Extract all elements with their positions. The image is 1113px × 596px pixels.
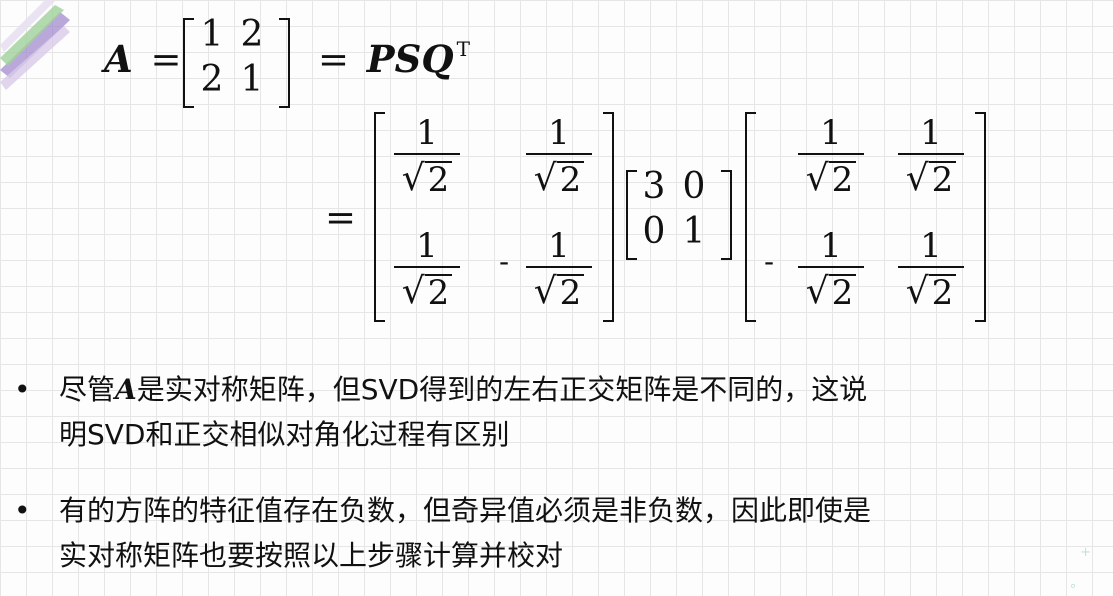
qt-r1c1: 1 √ 2 (796, 115, 866, 197)
bullet-text-1: 尽管A是实对称矩阵，但SVD得到的左右正交矩阵是不同的，这说 明SVD和正交相似… (59, 373, 868, 451)
matrix-a-right-bracket (279, 18, 290, 108)
matrix-qt-right-bracket (975, 112, 986, 322)
qt-r2c1-minus: - (764, 245, 775, 278)
matrix-p-left-bracket (374, 112, 385, 322)
p-r2c1: 1 √ 2 (392, 228, 462, 310)
p-r2c2-minus: - (499, 245, 510, 278)
bullet-marker: • (14, 373, 31, 406)
bullet-marker: • (14, 494, 31, 527)
qt-r2c1: 1 √ 2 (796, 228, 866, 310)
sparkle-decoration: ∘ (1068, 579, 1077, 594)
matrix-s: 30 01 (642, 166, 706, 252)
equals-sign-2: = (325, 196, 357, 239)
p-r2c2: 1 √ 2 (524, 228, 594, 310)
matrix-p-right-bracket (603, 112, 614, 322)
corner-books-decoration (0, 0, 70, 90)
qt-r2c2: 1 √ 2 (896, 228, 966, 310)
sparkle-decoration: + (1080, 545, 1091, 560)
lhs-A: A = (104, 37, 182, 81)
qt-r1c2: 1 √ 2 (896, 115, 966, 197)
matrix-qt-left-bracket (745, 112, 756, 322)
p-r1c1: 1 √ 2 (392, 115, 462, 197)
p-r1c2: 1 √ 2 (524, 115, 594, 197)
bullet-text-2: 有的方阵的特征值存在负数，但奇异值必须是非负数，因此即使是 实对称矩阵也要按照以… (59, 494, 872, 572)
matrix-a: 12 21 (200, 14, 264, 100)
rhs-PSQT: = PSQ T (318, 37, 470, 81)
matrix-s-right-bracket (721, 170, 732, 260)
